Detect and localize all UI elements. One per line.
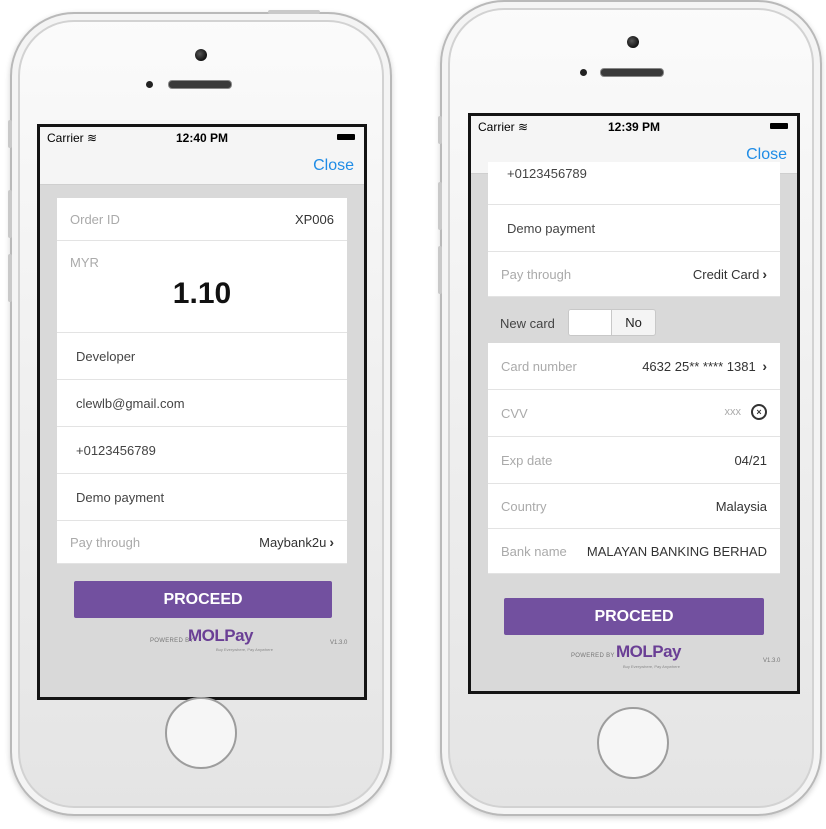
toggle-no-option[interactable]: No	[612, 315, 655, 330]
amount-row: MYR 1.10	[57, 241, 347, 333]
chevron-right-icon: ›	[329, 534, 334, 550]
chevron-right-icon: ›	[762, 358, 767, 374]
card-form: +0123456789 Demo payment Pay through Cre…	[471, 162, 797, 691]
name-row[interactable]: Developer	[57, 333, 347, 380]
card-number-label: Card number	[501, 359, 577, 374]
email-value: clewlb@gmail.com	[76, 396, 185, 411]
currency-label: MYR	[70, 255, 99, 270]
proceed-button[interactable]: PROCEED	[504, 598, 764, 635]
new-card-toggle[interactable]: No	[568, 309, 656, 336]
battery-icon	[337, 134, 355, 140]
earpiece-speaker	[600, 68, 664, 77]
card-number-value: 4632 25** **** 1381 ›	[642, 358, 767, 374]
pay-through-value: Credit Card ›	[692, 266, 767, 282]
volume-up-button	[438, 182, 442, 230]
powered-by-label: POWERED BY	[571, 653, 615, 659]
country-row[interactable]: Country Malaysia	[488, 484, 780, 529]
description-value: Demo payment	[507, 221, 596, 236]
home-button[interactable]	[597, 707, 669, 779]
pay-through-label: Pay through	[501, 267, 572, 282]
phone-row[interactable]: +0123456789	[488, 162, 780, 205]
new-card-label: New card	[500, 316, 555, 331]
country-value: Malaysia	[715, 499, 767, 514]
order-id-row: Order ID XP006	[57, 198, 347, 241]
sensor-dot	[146, 81, 153, 88]
version-label: V1.3.0	[330, 640, 348, 646]
sensor-dot	[580, 69, 587, 76]
order-id-value: XP006	[294, 212, 334, 227]
right-phone: Carrier ≋ 12:39 PM Close +0123456789 Dem…	[438, 0, 822, 816]
molpay-logo: MOLPay	[616, 642, 682, 661]
pay-through-row[interactable]: Pay through Credit Card ›	[488, 252, 780, 297]
clear-icon[interactable]: ×	[751, 403, 767, 420]
volume-down-button	[438, 246, 442, 294]
pay-through-value: Maybank2u ›	[259, 534, 334, 550]
molpay-logo: MOLPay	[188, 626, 254, 645]
status-bar: Carrier ≋ 12:39 PM	[471, 116, 797, 138]
right-screen: Carrier ≋ 12:39 PM Close +0123456789 Dem…	[468, 113, 800, 694]
exp-date-row[interactable]: Exp date 04/21	[488, 437, 780, 484]
left-phone: Carrier ≋ 12:40 PM Close Order ID XP006 …	[8, 10, 392, 816]
left-screen: Carrier ≋ 12:40 PM Close Order ID XP006 …	[37, 124, 367, 700]
molpay-tagline: Buy Everywhere, Pay Anywhere	[623, 664, 680, 669]
cvv-row[interactable]: CVV xxx ×	[488, 390, 780, 437]
volume-up-button	[8, 190, 12, 238]
pay-through-label: Pay through	[70, 535, 141, 550]
power-button	[268, 10, 320, 14]
status-time: 12:40 PM	[175, 131, 229, 145]
status-bar: Carrier ≋ 12:40 PM	[40, 127, 364, 149]
molpay-tagline: Buy Everywhere, Pay Anywhere	[216, 647, 273, 652]
order-id-label: Order ID	[70, 212, 120, 227]
mute-switch	[8, 120, 12, 148]
bank-name-value: MALAYAN BANKING BERHAD	[586, 544, 767, 559]
description-value: Demo payment	[76, 490, 165, 505]
home-button[interactable]	[165, 697, 237, 769]
bank-name-row[interactable]: Bank name MALAYAN BANKING BERHAD	[488, 529, 780, 574]
bank-name-label: Bank name	[501, 544, 567, 559]
nav-bar: Carrier ≋ 12:40 PM Close	[40, 127, 364, 185]
close-button[interactable]: Close	[313, 157, 354, 175]
front-camera	[627, 36, 639, 48]
cvv-field[interactable]: xxx ×	[725, 403, 767, 420]
mute-switch	[438, 116, 442, 144]
description-row[interactable]: Demo payment	[57, 474, 347, 521]
battery-icon	[770, 123, 788, 129]
cvv-label: CVV	[501, 406, 528, 421]
phone-row[interactable]: +0123456789	[57, 427, 347, 474]
front-camera	[195, 49, 207, 61]
exp-date-value: 04/21	[734, 453, 767, 468]
chevron-right-icon: ›	[762, 266, 767, 282]
card-number-row[interactable]: Card number 4632 25** **** 1381 ›	[488, 343, 780, 390]
exp-date-label: Exp date	[501, 453, 553, 468]
version-label: V1.3.0	[763, 658, 781, 664]
name-value: Developer	[76, 349, 136, 364]
earpiece-speaker	[168, 80, 232, 89]
status-time: 12:39 PM	[607, 120, 661, 134]
phone-value: +0123456789	[507, 166, 587, 181]
pay-through-row[interactable]: Pay through Maybank2u ›	[57, 521, 347, 564]
phone-value: +0123456789	[76, 443, 156, 458]
toggle-yes-option[interactable]	[569, 310, 612, 335]
volume-down-button	[8, 254, 12, 302]
description-row[interactable]: Demo payment	[488, 205, 780, 252]
proceed-button[interactable]: PROCEED	[74, 581, 332, 618]
amount-value: 1.10	[172, 277, 232, 310]
country-label: Country	[501, 499, 547, 514]
checkout-form: Order ID XP006 MYR 1.10 Developer clewlb…	[40, 185, 364, 697]
email-row[interactable]: clewlb@gmail.com	[57, 380, 347, 427]
